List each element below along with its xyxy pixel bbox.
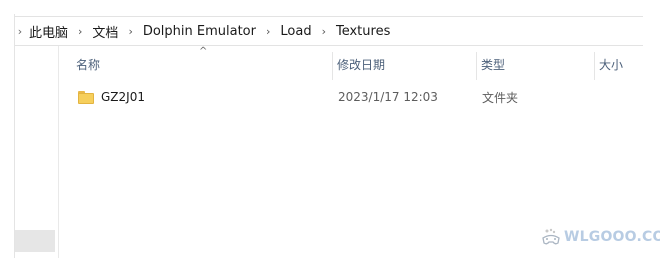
folder-icon [78,90,94,104]
file-type: 文件夹 [482,90,519,105]
navigation-pane [15,46,59,258]
column-header-date-modified[interactable]: 修改日期 [337,46,477,82]
breadcrumb-item-documents[interactable]: 文档 [88,22,122,41]
column-header-date-label: 修改日期 [337,57,386,72]
column-divider[interactable] [332,52,333,80]
watermark: WLGOOO.COM [540,226,660,248]
breadcrumb-item-dolphin-emulator[interactable]: Dolphin Emulator [139,24,260,39]
column-headers: ^ 名称 修改日期 类型 大小 [60,46,643,82]
column-divider[interactable] [594,52,595,80]
watermark-text: WLGOOO.COM [564,229,660,245]
address-bar[interactable]: › 此电脑 › 文档 › Dolphin Emulator › Load › T… [15,16,643,46]
gamepad-icon [540,226,562,248]
breadcrumb-chevron-icon[interactable]: › [72,25,88,38]
column-header-type[interactable]: 类型 [481,46,593,82]
column-header-name-label: 名称 [76,57,101,72]
column-header-name[interactable]: 名称 [76,46,331,82]
list-item[interactable]: GZ2J01 2023/1/17 12:03 文件夹 [60,86,643,108]
breadcrumb-item-load[interactable]: Load [276,24,315,39]
column-header-type-label: 类型 [481,57,506,72]
breadcrumb-overflow-chevron-icon[interactable]: › [15,25,25,38]
breadcrumb-chevron-icon[interactable]: › [260,25,276,38]
column-header-size-label: 大小 [599,57,624,72]
column-divider[interactable] [476,52,477,80]
breadcrumb-item-this-pc[interactable]: 此电脑 [25,22,72,41]
breadcrumb-item-textures[interactable]: Textures [332,24,394,39]
file-explorer-window: › 此电脑 › 文档 › Dolphin Emulator › Load › T… [14,14,643,258]
breadcrumb-chevron-icon[interactable]: › [316,25,332,38]
column-header-size[interactable]: 大小 [599,46,643,82]
file-name-cell: GZ2J01 [78,90,145,104]
breadcrumb-chevron-icon[interactable]: › [122,25,138,38]
file-name: GZ2J01 [101,90,145,104]
file-date-modified: 2023/1/17 12:03 [338,90,438,104]
nav-scrollbar-thumb[interactable] [15,230,55,252]
